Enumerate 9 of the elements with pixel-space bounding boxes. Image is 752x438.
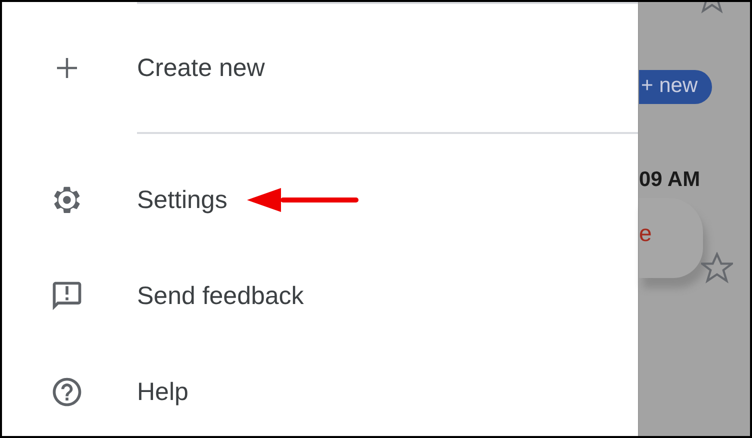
menu-item[interactable]: Create new [137, 54, 265, 82]
menu-item[interactable]: Settings [137, 186, 228, 214]
help-icon [50, 375, 84, 409]
menu-item[interactable]: Send feedback [137, 282, 304, 310]
star-icon [701, 252, 733, 284]
time-text: 09 AM [639, 168, 700, 192]
snippet-text: e [639, 220, 652, 248]
menu-item[interactable]: Help [137, 378, 188, 406]
plus-icon [55, 56, 79, 80]
